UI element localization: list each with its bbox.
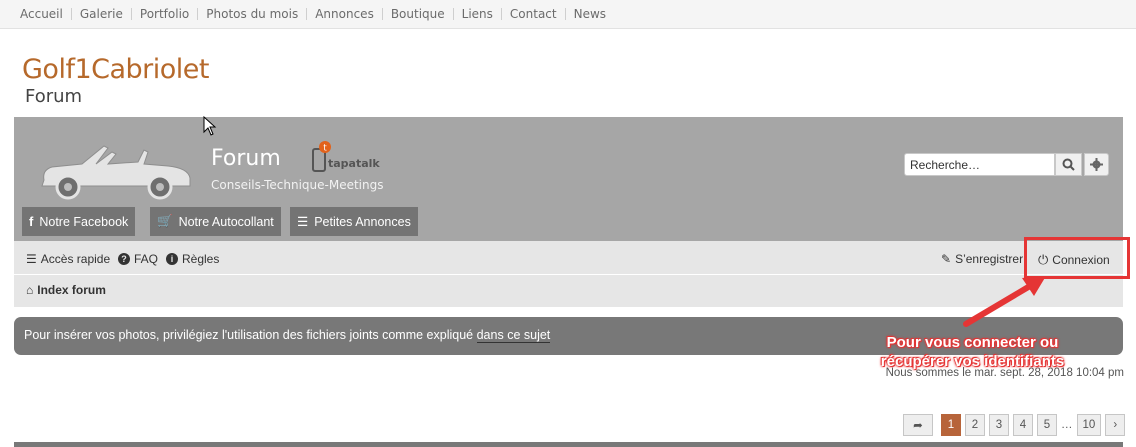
annotation-line-2: récupérer vos identifiants <box>880 353 1065 370</box>
list-icon: ☰ <box>297 215 309 229</box>
banner-forum-title: Forum <box>211 146 281 171</box>
faq-label: FAQ <box>134 252 159 266</box>
cabriolet-car-logo[interactable] <box>38 140 198 202</box>
page-button-2[interactable]: 2 <box>965 414 985 436</box>
topnav-galerie[interactable]: Galerie <box>72 8 132 20</box>
facebook-icon: f <box>29 214 34 229</box>
cart-icon: 🛒 <box>157 214 173 228</box>
info-icon: i <box>166 253 178 265</box>
edit-icon: ✎ <box>941 252 952 266</box>
gear-icon <box>1090 158 1103 171</box>
topnav-accueil[interactable]: Accueil <box>12 8 72 20</box>
banner-forum-description: Conseils-Technique-Meetings <box>211 178 384 192</box>
mouse-cursor-icon <box>203 116 217 136</box>
facebook-button-label: Notre Facebook <box>39 214 129 229</box>
site-logo-subtitle: Forum <box>25 86 83 107</box>
chevron-right-icon: › <box>1113 419 1118 431</box>
bottom-bar <box>14 442 1123 447</box>
pagination-ellipsis: … <box>1061 419 1073 431</box>
topnav-contact[interactable]: Contact <box>502 8 566 20</box>
facebook-button[interactable]: f Notre Facebook <box>22 207 136 236</box>
page-button-10[interactable]: 10 <box>1076 414 1102 436</box>
forum-banner: Forum Conseils-Technique-Meetings t tapa… <box>14 117 1123 241</box>
advanced-search-button[interactable] <box>1084 153 1109 176</box>
topnav-annonces[interactable]: Annonces <box>307 8 383 20</box>
quick-access-menu[interactable]: ☰ Accès rapide <box>26 252 110 266</box>
pagination: 1 2 3 4 5 … 10 › <box>941 414 1126 436</box>
next-page-button[interactable]: › <box>1105 414 1126 436</box>
annotation-arrow <box>963 276 1046 327</box>
jump-to-page-button[interactable]: ➦ <box>903 414 933 436</box>
search-button[interactable] <box>1055 153 1082 176</box>
rules-link[interactable]: i Règles <box>166 252 219 266</box>
quick-access-label: Accès rapide <box>40 252 111 266</box>
search-input[interactable]: Recherche… <box>904 153 1055 176</box>
svg-text:t: t <box>323 144 327 154</box>
topnav-photos-du-mois[interactable]: Photos du mois <box>198 8 308 20</box>
autocollant-button[interactable]: 🛒 Notre Autocollant <box>150 207 281 236</box>
notice-text: Pour insérer vos photos, privilégiez l'u… <box>24 328 477 342</box>
petites-annonces-button[interactable]: ☰ Petites Annonces <box>290 207 418 236</box>
topnav-news[interactable]: News <box>566 8 614 20</box>
page-button-4[interactable]: 4 <box>1013 414 1033 436</box>
navbar-top-row: ☰ Accès rapide ? FAQ i Règles ✎ S’enregi… <box>14 241 1123 275</box>
page-button-3[interactable]: 3 <box>989 414 1009 436</box>
register-label: S’enregistrer <box>955 252 1024 266</box>
rules-label: Règles <box>182 252 220 266</box>
question-icon: ? <box>118 253 130 265</box>
top-navigation: Accueil Galerie Portfolio Photos du mois… <box>0 0 1136 29</box>
forum-navbar: ☰ Accès rapide ? FAQ i Règles ✎ S’enregi… <box>14 241 1123 307</box>
hamburger-icon: ☰ <box>26 252 37 266</box>
breadcrumb[interactable]: ⌂ Index forum <box>26 283 106 297</box>
forward-arrow-icon: ➦ <box>913 420 923 432</box>
autocollant-button-label: Notre Autocollant <box>178 214 274 229</box>
site-logo-title[interactable]: Golf1Cabriolet <box>22 54 209 85</box>
faq-link[interactable]: ? FAQ <box>118 252 158 266</box>
annotation-line-1: Pour vous connecter ou <box>886 334 1059 351</box>
topnav-portfolio[interactable]: Portfolio <box>132 8 199 20</box>
petites-annonces-button-label: Petites Annonces <box>314 214 411 229</box>
pagination-jump: ➦ <box>903 414 933 436</box>
search-icon <box>1062 158 1075 171</box>
topnav-boutique[interactable]: Boutique <box>383 8 454 20</box>
topnav-liens[interactable]: Liens <box>454 8 502 20</box>
page-button-5[interactable]: 5 <box>1037 414 1057 436</box>
notice-link[interactable]: dans ce sujet <box>476 328 551 343</box>
register-link[interactable]: ✎ S’enregistrer <box>941 252 1023 266</box>
page-button-1[interactable]: 1 <box>941 414 961 436</box>
login-annotation: Pour vous connecter ou récupérer vos ide… <box>865 333 1080 371</box>
breadcrumb-index-forum: Index forum <box>37 283 106 297</box>
tapatalk-label[interactable]: tapatalk <box>328 157 380 170</box>
home-icon: ⌂ <box>26 283 34 297</box>
